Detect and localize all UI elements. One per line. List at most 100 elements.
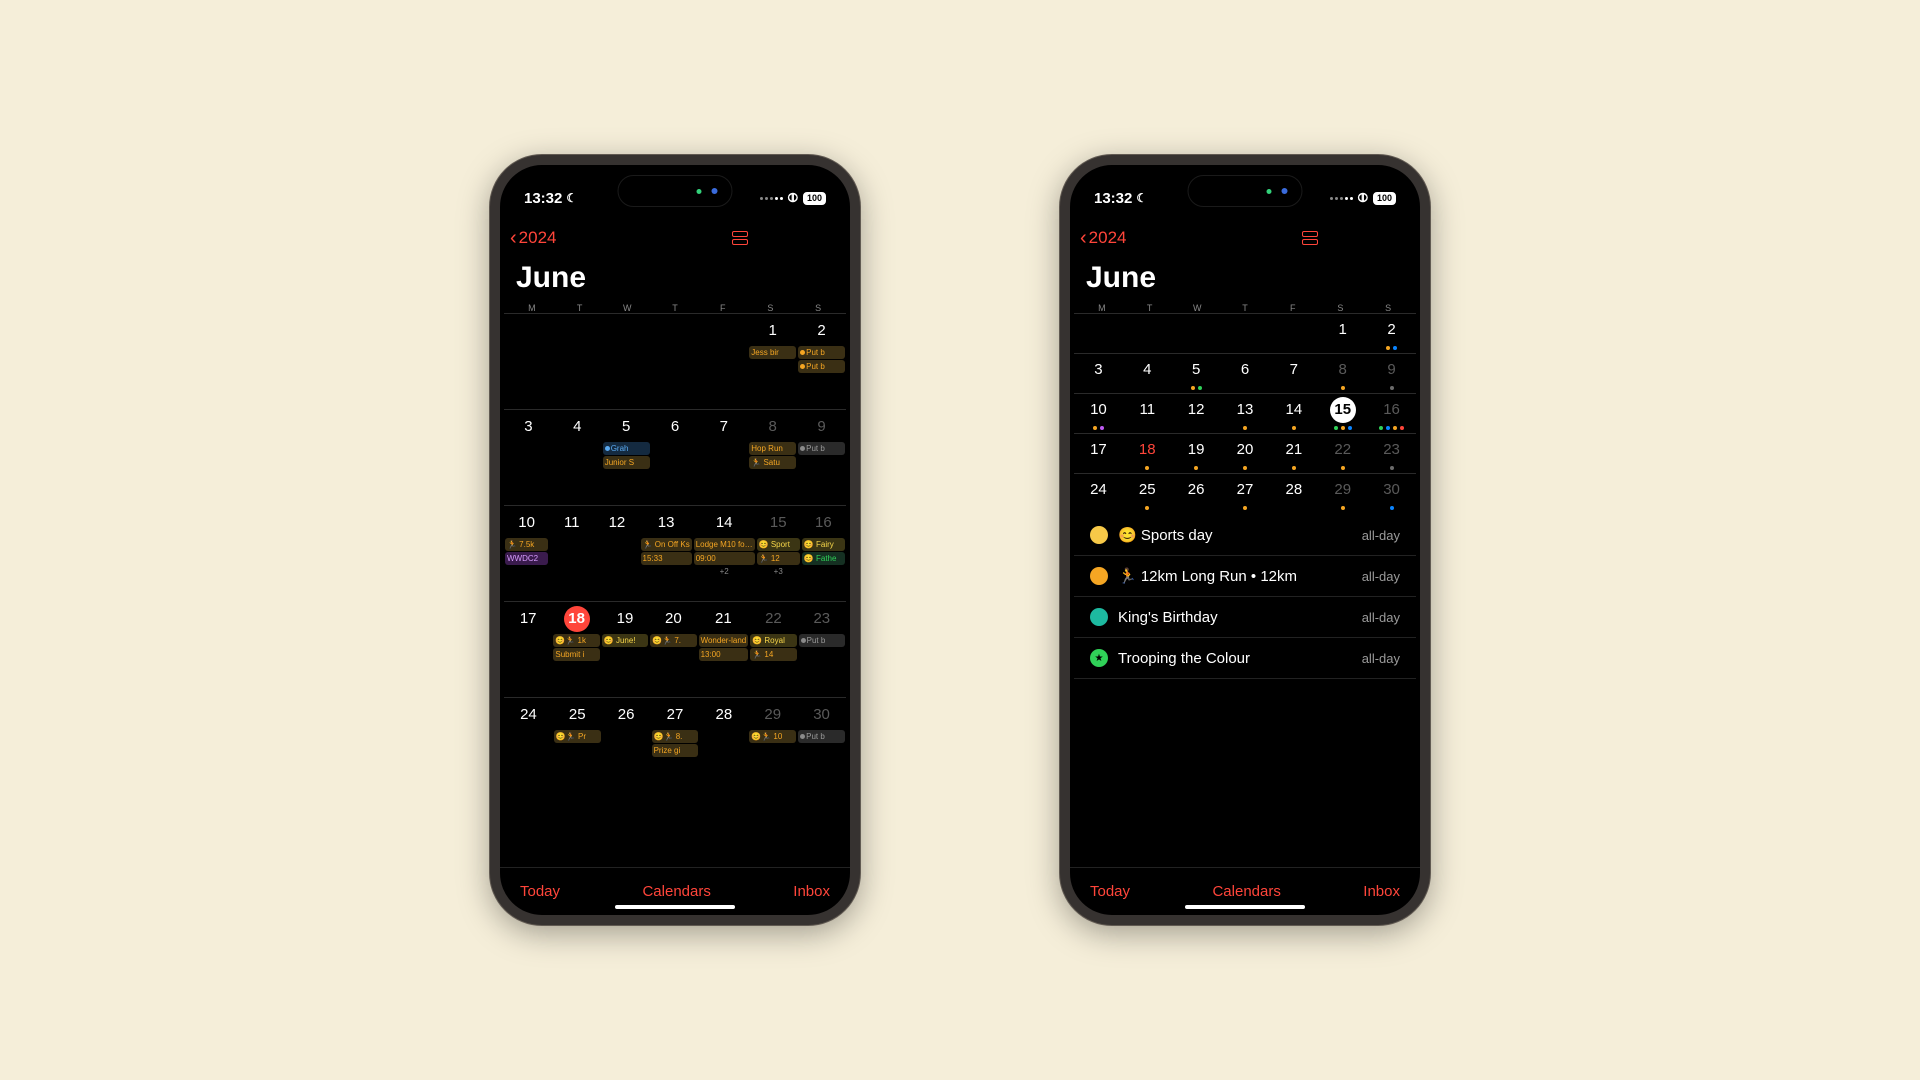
- event-chip[interactable]: WWDC2: [505, 552, 548, 565]
- day-cell[interactable]: 7: [1269, 357, 1318, 383]
- day-cell[interactable]: [651, 318, 700, 407]
- month-grid[interactable]: 1Jess bir2Put bPut b345GrahJunior S678Ho…: [500, 313, 850, 867]
- calendars-button[interactable]: Calendars: [1212, 883, 1280, 900]
- day-cell[interactable]: [1172, 317, 1221, 343]
- home-indicator[interactable]: [615, 905, 735, 909]
- day-cell[interactable]: 3: [504, 414, 553, 503]
- day-cell[interactable]: 28: [699, 702, 748, 791]
- day-cell[interactable]: [1074, 317, 1123, 343]
- event-list-item[interactable]: ★Trooping the Colourall-day: [1074, 638, 1416, 679]
- day-cell[interactable]: [699, 318, 748, 407]
- day-cell[interactable]: [553, 318, 602, 407]
- inbox-button[interactable]: Inbox: [1363, 883, 1400, 900]
- day-cell[interactable]: 20😊🏃 7.: [649, 606, 697, 695]
- day-cell[interactable]: 6: [651, 414, 700, 503]
- day-cell[interactable]: 12: [1172, 397, 1221, 423]
- day-cell[interactable]: 23: [1367, 437, 1416, 471]
- event-list-item[interactable]: King's Birthdayall-day: [1074, 597, 1416, 638]
- today-button[interactable]: Today: [1090, 883, 1130, 900]
- day-cell[interactable]: 6: [1221, 357, 1270, 383]
- day-cell[interactable]: 14: [1269, 397, 1318, 431]
- event-chip[interactable]: 😊 Fathe: [802, 552, 845, 565]
- day-cell[interactable]: 24: [504, 702, 553, 791]
- event-chip[interactable]: Hop Run: [749, 442, 796, 455]
- event-list-item[interactable]: 😊 Sports dayall-day: [1074, 515, 1416, 556]
- event-chip[interactable]: Put b: [798, 730, 845, 743]
- event-chip[interactable]: Submit i: [553, 648, 599, 661]
- day-cell[interactable]: 10🏃 7.5kWWDC2: [504, 510, 549, 599]
- day-cell[interactable]: 11: [549, 510, 594, 599]
- event-chip[interactable]: 😊🏃 7.: [650, 634, 696, 647]
- event-chip[interactable]: 15:33: [641, 552, 692, 565]
- event-chip[interactable]: Put b: [799, 634, 845, 647]
- day-cell[interactable]: 29😊🏃 10: [748, 702, 797, 791]
- event-chip[interactable]: Wonder-land: [699, 634, 749, 647]
- event-chip[interactable]: Put b: [798, 442, 845, 455]
- day-cell[interactable]: 21: [1269, 437, 1318, 471]
- event-chip[interactable]: Grah: [603, 442, 650, 455]
- event-chip[interactable]: 🏃 14: [750, 648, 796, 661]
- day-cell[interactable]: 29: [1318, 477, 1367, 511]
- day-cell[interactable]: 2: [1367, 317, 1416, 351]
- search-button[interactable]: [1342, 228, 1362, 248]
- day-cell[interactable]: 11: [1123, 397, 1172, 423]
- day-cell[interactable]: 21Wonder-land13:00: [698, 606, 750, 695]
- day-cell[interactable]: 9: [1367, 357, 1416, 391]
- event-chip[interactable]: Prize gi: [652, 744, 699, 757]
- day-cell[interactable]: 17: [1074, 437, 1123, 463]
- day-cell[interactable]: 8: [1318, 357, 1367, 391]
- day-cell[interactable]: 30: [1367, 477, 1416, 511]
- day-cell[interactable]: 12: [594, 510, 639, 599]
- day-cell[interactable]: 4: [1123, 357, 1172, 383]
- day-cell[interactable]: 16: [1367, 397, 1416, 431]
- day-cell[interactable]: 20: [1221, 437, 1270, 471]
- event-chip[interactable]: Junior S: [603, 456, 650, 469]
- event-chip[interactable]: 😊🏃 8.: [652, 730, 699, 743]
- month-compact-grid[interactable]: 1234567891011121314151617181920212223242…: [1074, 313, 1416, 513]
- event-chip[interactable]: Jess bir: [749, 346, 796, 359]
- today-button[interactable]: Today: [520, 883, 560, 900]
- day-cell[interactable]: 5GrahJunior S: [602, 414, 651, 503]
- day-cell[interactable]: 1Jess bir: [748, 318, 797, 407]
- event-chip[interactable]: 😊🏃 1k: [553, 634, 599, 647]
- day-cell[interactable]: 28: [1269, 477, 1318, 503]
- search-button[interactable]: [772, 228, 792, 248]
- event-chip[interactable]: 13:00: [699, 648, 749, 661]
- day-cell[interactable]: 24: [1074, 477, 1123, 503]
- inbox-button[interactable]: Inbox: [793, 883, 830, 900]
- more-events-indicator[interactable]: +3: [774, 567, 783, 576]
- day-cell[interactable]: 7: [699, 414, 748, 503]
- day-cell[interactable]: 17: [504, 606, 552, 695]
- event-chip[interactable]: 😊🏃 Pr: [554, 730, 601, 743]
- day-cell[interactable]: 4: [553, 414, 602, 503]
- event-chip[interactable]: 🏃 On Off Ks: [641, 538, 692, 551]
- event-chip[interactable]: 🏃 Satu: [749, 456, 796, 469]
- home-indicator[interactable]: [1185, 905, 1305, 909]
- day-cell[interactable]: 1: [1318, 317, 1367, 343]
- day-cell[interactable]: 27: [1221, 477, 1270, 511]
- day-cell[interactable]: 30Put b: [797, 702, 846, 791]
- day-cell[interactable]: [602, 318, 651, 407]
- add-event-button[interactable]: [814, 228, 834, 248]
- day-cell[interactable]: 22: [1318, 437, 1367, 471]
- day-cell[interactable]: 25: [1123, 477, 1172, 511]
- event-chip[interactable]: 🏃 7.5k: [505, 538, 548, 551]
- back-button[interactable]: ‹ 2024: [1080, 227, 1127, 250]
- day-cell[interactable]: 26: [602, 702, 651, 791]
- day-cell[interactable]: 8Hop Run🏃 Satu: [748, 414, 797, 503]
- event-chip[interactable]: 09:00: [694, 552, 755, 565]
- event-chip[interactable]: Put b: [798, 346, 845, 359]
- day-cell[interactable]: 13: [1221, 397, 1270, 431]
- day-cell[interactable]: 15: [1318, 397, 1367, 431]
- day-cell[interactable]: 5: [1172, 357, 1221, 391]
- day-cell[interactable]: 19: [1172, 437, 1221, 471]
- more-events-indicator[interactable]: +2: [720, 567, 729, 576]
- event-chip[interactable]: 😊 Royal: [750, 634, 796, 647]
- event-list-item[interactable]: 🏃 12km Long Run • 12kmall-day: [1074, 556, 1416, 597]
- event-chip[interactable]: 🏃 12: [757, 552, 800, 565]
- day-cell[interactable]: 23Put b: [798, 606, 846, 695]
- day-cell[interactable]: 9Put b: [797, 414, 846, 503]
- day-cell[interactable]: [1221, 317, 1270, 343]
- event-chip[interactable]: 😊 Sport: [757, 538, 800, 551]
- calendars-button[interactable]: Calendars: [642, 883, 710, 900]
